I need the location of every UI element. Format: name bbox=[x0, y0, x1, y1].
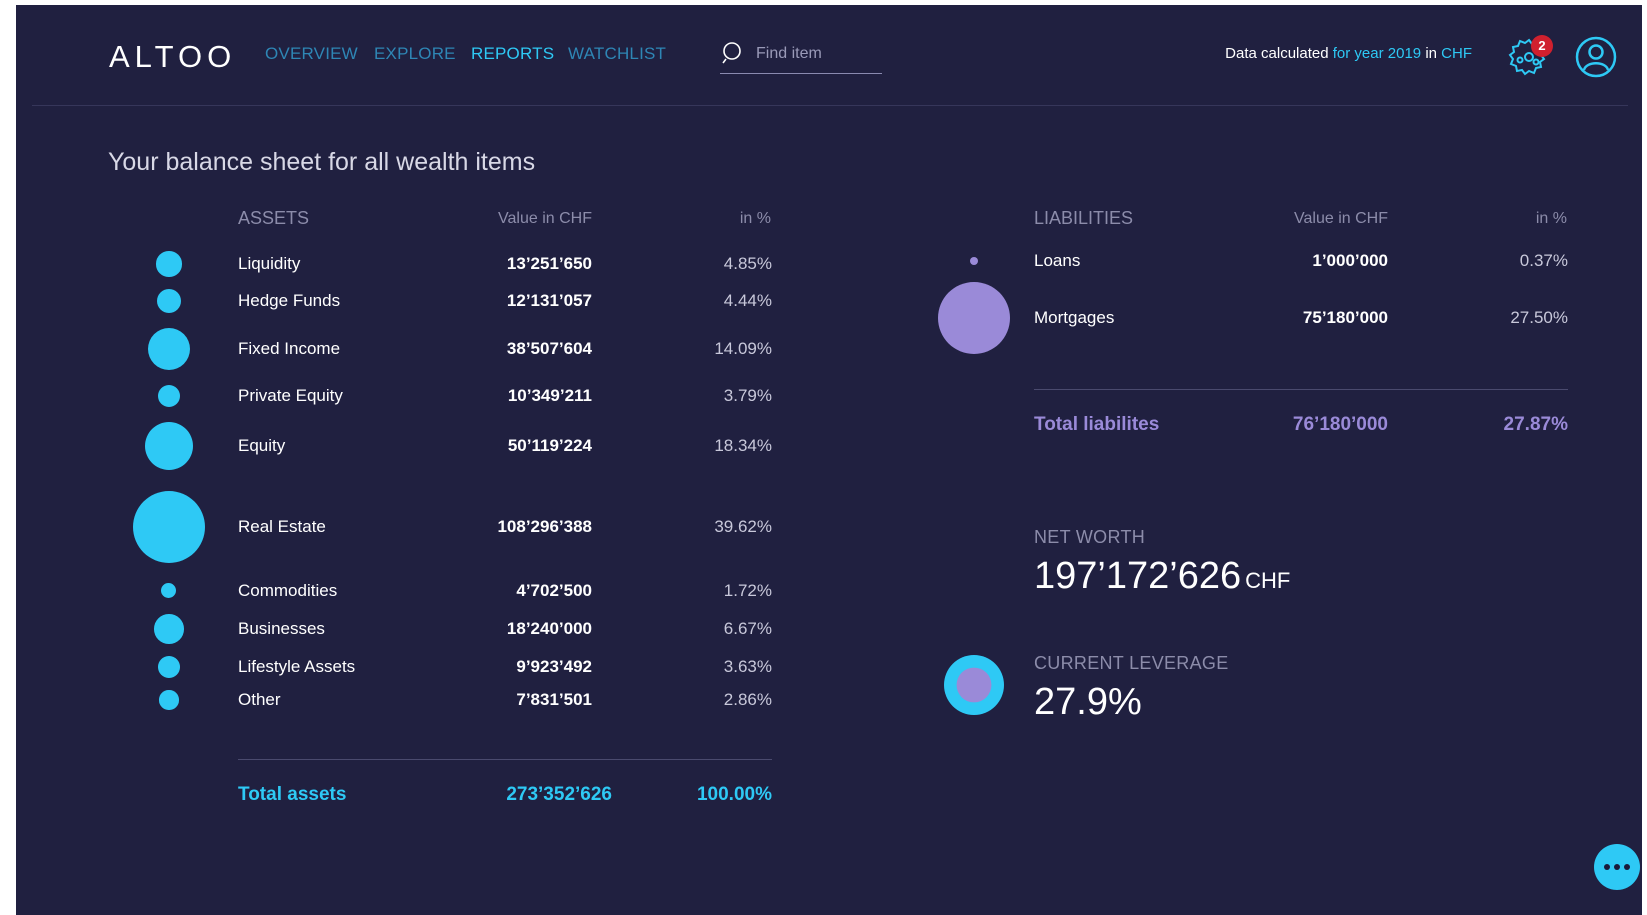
asset-row-bubble bbox=[144, 421, 194, 471]
asset-row-bubble bbox=[147, 327, 191, 371]
asset-row-bubble bbox=[157, 384, 181, 408]
asset-row-value: 12’131’057 bbox=[506, 291, 592, 310]
asset-row-value: 4’702’500 bbox=[516, 581, 592, 600]
asset-row-name[interactable]: Private Equity bbox=[238, 386, 343, 406]
nav-explore[interactable]: EXPLORE bbox=[374, 44, 456, 64]
leverage-label: CURRENT LEVERAGE bbox=[1034, 653, 1229, 673]
liabilities-value-header: Value in CHF bbox=[1294, 210, 1388, 227]
search-box bbox=[720, 35, 882, 74]
asset-row-pct: 39.62% bbox=[714, 517, 772, 536]
asset-row-pct: 18.34% bbox=[714, 436, 772, 455]
asset-row-name[interactable]: Lifestyle Assets bbox=[238, 657, 355, 677]
net-worth-value: 197’172’626 bbox=[1034, 555, 1242, 597]
asset-row-bubble bbox=[156, 251, 182, 277]
data-calculated-info: Data calculated for year 2019 in CHF bbox=[1225, 45, 1472, 62]
altoo-logo[interactable]: ALTOO bbox=[109, 39, 236, 75]
asset-row-name[interactable]: Hedge Funds bbox=[238, 291, 340, 311]
asset-row-bubble bbox=[154, 614, 184, 644]
liabilities-total-value: 76’180’000 bbox=[1292, 414, 1388, 435]
asset-row-value: 108’296’388 bbox=[497, 517, 592, 536]
data-calc-in: in bbox=[1425, 45, 1437, 62]
liability-row-bubble bbox=[969, 256, 979, 266]
net-worth-unit: CHF bbox=[1245, 568, 1291, 593]
assets-pct-header: in % bbox=[739, 210, 771, 227]
asset-row-pct: 4.85% bbox=[723, 254, 772, 273]
assets-total-divider bbox=[238, 759, 772, 760]
currency-selector[interactable]: CHF bbox=[1441, 45, 1472, 62]
nav-overview[interactable]: OVERVIEW bbox=[265, 44, 358, 64]
asset-row-value: 50’119’224 bbox=[507, 436, 592, 455]
asset-row-pct: 1.72% bbox=[723, 581, 772, 600]
asset-row-pct: 4.44% bbox=[723, 291, 772, 310]
leverage-indicator bbox=[944, 655, 1004, 715]
asset-row-value: 18’240’000 bbox=[506, 619, 592, 638]
asset-row-value: 9’923’492 bbox=[516, 657, 592, 676]
period-selector[interactable]: for year 2019 bbox=[1333, 45, 1421, 62]
search-icon[interactable] bbox=[722, 41, 746, 65]
asset-row-bubble bbox=[133, 491, 205, 563]
asset-row-pct: 3.79% bbox=[723, 386, 772, 405]
app-window: ALTOO OVERVIEW EXPLORE REPORTS WATCHLIST… bbox=[16, 5, 1642, 915]
page-title: Your balance sheet for all wealth items bbox=[108, 148, 536, 176]
assets-total-value: 273’352’626 bbox=[506, 784, 612, 805]
liabilities-pct-header: in % bbox=[1535, 210, 1567, 227]
more-dots-icon[interactable] bbox=[1594, 844, 1640, 890]
search-input[interactable] bbox=[756, 43, 876, 65]
nav-reports[interactable]: REPORTS bbox=[471, 44, 554, 64]
liability-row-value: 1’000’000 bbox=[1312, 251, 1388, 270]
liability-row-pct: 27.50% bbox=[1510, 308, 1568, 327]
asset-row-name[interactable]: Commodities bbox=[238, 581, 337, 601]
assets-heading: ASSETS bbox=[238, 208, 310, 228]
liabilities-total-divider bbox=[1034, 389, 1568, 390]
assets-total-pct: 100.00% bbox=[696, 784, 772, 805]
leverage-inner-circle bbox=[956, 667, 992, 703]
asset-row-pct: 2.86% bbox=[723, 690, 772, 709]
asset-row-pct: 3.63% bbox=[723, 657, 772, 676]
liabilities-total-pct: 27.87% bbox=[1503, 414, 1568, 435]
asset-row-name[interactable]: Equity bbox=[238, 436, 285, 456]
asset-row-bubble bbox=[156, 288, 182, 314]
liability-row-name[interactable]: Mortgages bbox=[1034, 308, 1114, 328]
asset-row-value: 10’349’211 bbox=[507, 386, 592, 405]
liability-row-value: 75’180’000 bbox=[1302, 308, 1388, 327]
asset-row-value: 13’251’650 bbox=[506, 254, 592, 273]
data-calc-prefix: Data calculated bbox=[1225, 45, 1329, 62]
asset-row-value: 38’507’604 bbox=[506, 339, 592, 358]
liabilities-heading: LIABILITIES bbox=[1034, 208, 1134, 228]
notification-badge[interactable]: 2 bbox=[1531, 35, 1553, 57]
asset-row-name[interactable]: Fixed Income bbox=[238, 339, 340, 359]
liability-row-bubble bbox=[938, 282, 1010, 354]
asset-row-pct: 14.09% bbox=[714, 339, 772, 358]
asset-row-name[interactable]: Real Estate bbox=[238, 517, 326, 537]
asset-row-bubble bbox=[161, 583, 177, 599]
assets-total-label: Total assets bbox=[238, 784, 347, 805]
header-divider bbox=[32, 105, 1628, 106]
liabilities-total-label: Total liabilites bbox=[1034, 414, 1160, 435]
assets-value-header: Value in CHF bbox=[498, 210, 592, 227]
asset-row-bubble bbox=[158, 656, 180, 678]
liability-row-name[interactable]: Loans bbox=[1034, 251, 1080, 271]
asset-row-pct: 6.67% bbox=[723, 619, 772, 638]
asset-row-name[interactable]: Businesses bbox=[238, 619, 325, 639]
net-worth-label: NET WORTH bbox=[1034, 527, 1146, 547]
nav-watchlist[interactable]: WATCHLIST bbox=[568, 44, 666, 64]
asset-row-name[interactable]: Other bbox=[238, 690, 281, 710]
asset-row-bubble bbox=[159, 690, 179, 710]
liability-row-pct: 0.37% bbox=[1519, 251, 1568, 270]
net-worth-value-wrapper: 197’172’626 CHF bbox=[1034, 555, 1290, 598]
asset-row-value: 7’831’501 bbox=[516, 690, 592, 709]
user-icon[interactable] bbox=[1574, 35, 1618, 79]
asset-row-name[interactable]: Liquidity bbox=[238, 254, 300, 274]
leverage-value: 27.9% bbox=[1034, 681, 1142, 723]
